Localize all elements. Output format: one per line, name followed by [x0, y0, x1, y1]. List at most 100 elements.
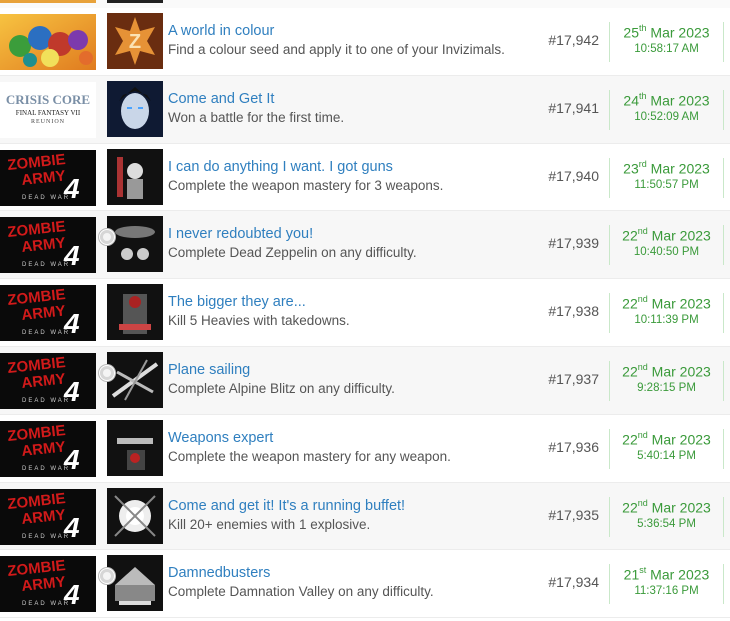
trophy-rank: #17,935	[548, 506, 599, 523]
trophy-title-link[interactable]: Come and Get It	[168, 91, 274, 107]
previous-trophy-thumb-edge	[107, 0, 163, 3]
game-thumbnail[interactable]	[0, 14, 96, 70]
trophy-icon[interactable]	[107, 555, 163, 612]
earned-time: 10:58:17 AM	[634, 43, 699, 55]
trophy-rank: #17,934	[548, 574, 599, 591]
trophy-icon[interactable]	[107, 487, 163, 544]
trophy-title-link[interactable]: I can do anything I want. I got guns	[168, 159, 393, 175]
game-thumbnail[interactable]: ZOMBIE ARMY 4 DEAD WAR	[0, 420, 96, 477]
earned-day: 22	[622, 431, 638, 448]
trophy-title-link[interactable]: A world in colour	[168, 23, 274, 39]
earned-day-suffix: nd	[637, 361, 648, 372]
earned-month-year: Mar 2023	[651, 431, 711, 448]
earned-day-suffix: th	[639, 90, 647, 101]
earned-month-year: Mar 2023	[651, 363, 711, 380]
trophy-title-link[interactable]: Damnedbusters	[168, 565, 270, 581]
game-thumbnail[interactable]: ZOMBIE ARMY 4 DEAD WAR	[0, 556, 96, 613]
earned-day: 23	[623, 160, 639, 177]
trophy-icon[interactable]	[107, 351, 163, 408]
trophy-row: ZOMBIE ARMY 4 DEAD WAR I can do anything…	[0, 143, 730, 212]
separator	[723, 89, 724, 130]
trophy-row: ZOMBIE ARMY 4 DEAD WAR I never redoubted…	[0, 211, 730, 280]
trophy-description: Won a battle for the first time.	[168, 109, 345, 125]
trophy-title-link[interactable]: I never redoubted you!	[168, 226, 313, 242]
trophy-rank: #17,938	[548, 303, 599, 320]
earned-time: 9:28:15 PM	[637, 381, 696, 394]
svg-text:Z: Z	[129, 31, 141, 53]
earned-month-year: Mar 2023	[650, 92, 710, 109]
earned-time: 10:52:09 AM	[634, 110, 699, 123]
game-thumbnail[interactable]: ZOMBIE ARMY 4 DEAD WAR	[0, 285, 96, 342]
earned-time: 5:40:14 PM	[637, 449, 696, 462]
trophy-rank: #17,940	[548, 167, 599, 184]
trophy-row: ZOMBIE ARMY 4 DEAD WAR Damnedbusters Com…	[0, 550, 730, 619]
earned-day: 25	[623, 24, 639, 41]
trophy-title-link[interactable]: The bigger they are...	[168, 294, 306, 310]
trophy-title-link[interactable]: Weapons expert	[168, 430, 273, 446]
earned-day: 22	[622, 363, 638, 380]
crisis-core-logo-line3: REUNION	[31, 119, 65, 125]
separator	[723, 496, 724, 537]
earned-date: 22nd Mar 2023	[610, 429, 723, 448]
earned-month-year: Mar 2023	[650, 160, 710, 177]
earned-date: 22nd Mar 2023	[610, 498, 723, 516]
earned-month-year: Mar 2023	[651, 228, 711, 245]
game-thumbnail[interactable]: ZOMBIE ARMY 4 DEAD WAR	[0, 488, 96, 545]
earned-day-suffix: th	[639, 23, 647, 33]
trophy-icon[interactable]	[107, 216, 163, 273]
earned-day: 21	[623, 567, 640, 584]
previous-game-thumb-edge	[0, 0, 96, 3]
trophy-icon[interactable]	[107, 419, 163, 476]
earned-month-year: Mar 2023	[650, 24, 710, 41]
earned-day-suffix: rd	[638, 158, 647, 169]
separator	[723, 293, 724, 334]
trophy-description: Complete the weapon mastery for any weap…	[168, 448, 451, 464]
earned-date: 21st Mar 2023	[610, 565, 723, 584]
game-thumbnail[interactable]: CRISIS CORE FINAL FANTASY VII REUNION	[0, 81, 96, 138]
trophy-title-link[interactable]: Come and get it! It's a running buffet!	[168, 498, 405, 514]
earned-time: 10:11:39 PM	[634, 314, 699, 327]
trophy-title-link[interactable]: Plane sailing	[168, 362, 250, 378]
trophy-row: ZOMBIE ARMY 4 DEAD WAR Plane sailing Com…	[0, 346, 730, 415]
zombie-army-logo-tagline: DEAD WAR	[22, 195, 70, 201]
zombie-army-logo-tagline: DEAD WAR	[22, 398, 70, 404]
earned-date: 25th Mar 2023	[610, 23, 723, 41]
trophy-icon[interactable]	[107, 80, 163, 137]
separator	[723, 564, 724, 605]
trophy-icon[interactable]: Z	[107, 13, 163, 69]
game-thumbnail[interactable]: ZOMBIE ARMY 4 DEAD WAR	[0, 352, 96, 409]
earned-month-year: Mar 2023	[651, 499, 711, 516]
trophy-description: Complete Damnation Valley on any difficu…	[168, 584, 434, 600]
trophy-description: Complete Dead Zeppelin on any difficulty…	[168, 245, 417, 261]
zombie-army-logo-tagline: DEAD WAR	[22, 262, 70, 268]
trophy-rank: #17,941	[548, 99, 599, 116]
trophy-row: CRISIS CORE FINAL FANTASY VII REUNION Co…	[0, 75, 730, 144]
earned-date: 23rd Mar 2023	[610, 158, 723, 177]
separator	[723, 360, 724, 401]
separator	[723, 157, 724, 198]
earned-time: 11:37:16 PM	[634, 585, 699, 598]
earned-day-suffix: st	[639, 565, 647, 576]
trophy-icon[interactable]	[107, 284, 163, 341]
trophy-description: Complete Alpine Blitz on any difficulty.	[168, 380, 395, 396]
crisis-core-logo-line2: FINAL FANTASY VII	[16, 109, 81, 117]
trophy-icon[interactable]	[107, 148, 163, 205]
earned-date: 22nd Mar 2023	[610, 361, 723, 380]
trophy-rank: #17,937	[548, 370, 599, 387]
earned-time: 10:40:50 PM	[633, 246, 700, 259]
trophy-description: Find a colour seed and apply it to one o…	[168, 42, 505, 57]
earned-day: 24	[623, 92, 639, 109]
earned-date: 22nd Mar 2023	[610, 226, 723, 245]
zombie-army-logo-tagline: DEAD WAR	[22, 534, 70, 540]
earned-day-suffix: nd	[637, 429, 648, 440]
crisis-core-logo-line1: CRISIS CORE	[6, 92, 90, 107]
game-thumbnail[interactable]: ZOMBIE ARMY 4 DEAD WAR	[0, 217, 96, 274]
trophy-description: Complete the weapon mastery for 3 weapon…	[168, 177, 444, 193]
separator	[723, 428, 724, 469]
game-thumbnail[interactable]: ZOMBIE ARMY 4 DEAD WAR	[0, 149, 96, 206]
earned-time: 11:50:57 PM	[634, 178, 699, 191]
separator	[723, 22, 724, 62]
earned-day: 22	[622, 228, 638, 245]
trophy-description: Kill 5 Heavies with takedowns.	[168, 313, 350, 329]
bronze-trophy-grade-icon	[99, 364, 115, 381]
